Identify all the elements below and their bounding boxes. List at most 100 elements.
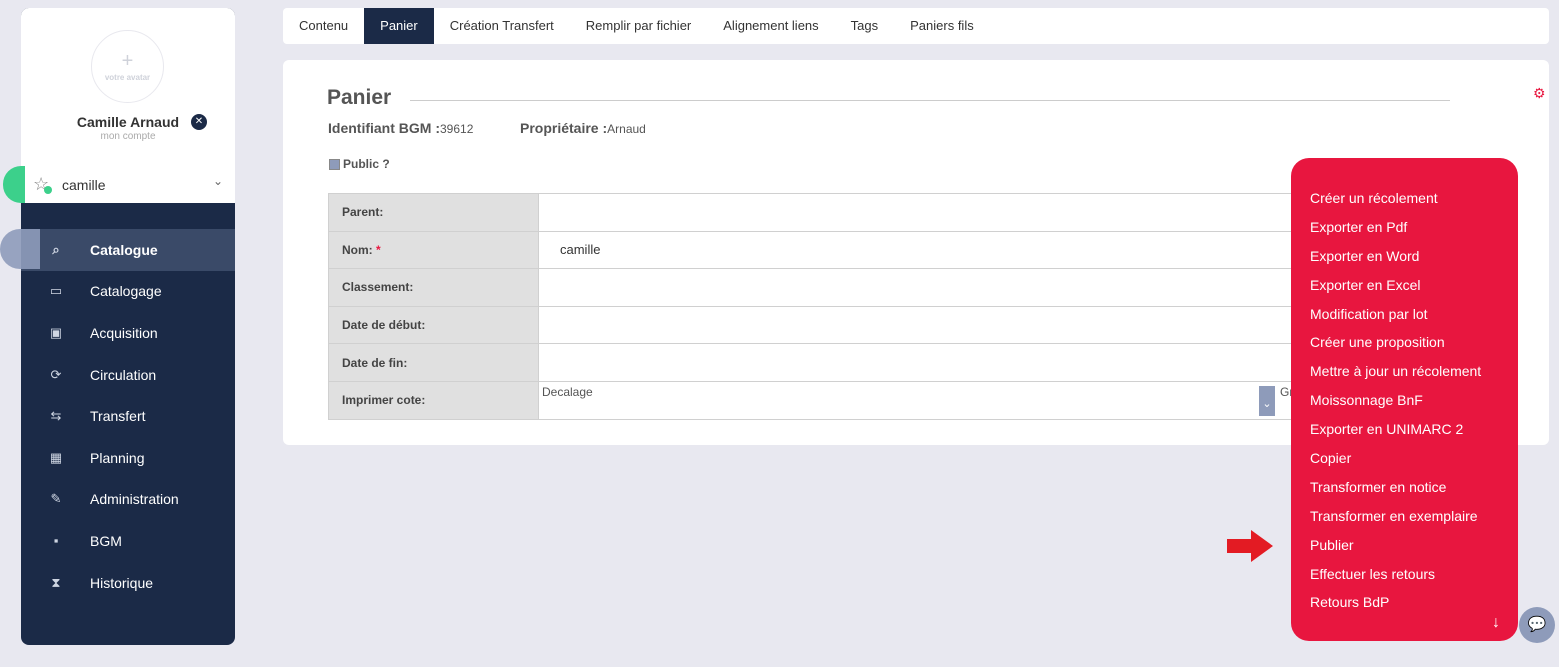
form-row: Date de fin: (328, 343, 1338, 382)
calendar-icon: ▦ (49, 449, 63, 465)
tab-alignement-liens[interactable]: Alignement liens (707, 8, 834, 44)
edit-icon: ✎ (50, 491, 62, 507)
tab-remplir-par-fichier[interactable]: Remplir par fichier (570, 8, 707, 44)
close-icon[interactable]: ✕ (191, 114, 207, 130)
online-indicator (3, 166, 25, 203)
tab-paniers-fils[interactable]: Paniers fils (894, 8, 990, 44)
open-book-icon: ▭ (49, 283, 63, 299)
date-debut-label: Date de début: (328, 305, 539, 345)
panier-form: Parent: Nom: * camille Classement: Date … (328, 193, 1338, 420)
menu-item-exporter-word[interactable]: Exporter en Word (1291, 246, 1518, 275)
box-icon: ▣ (49, 324, 63, 340)
swap-arrows-icon: ⇆ (50, 408, 62, 424)
tab-contenu[interactable]: Contenu (283, 8, 364, 44)
tab-bar: Contenu Panier Création Transfert Rempli… (283, 8, 1549, 44)
tab-panier[interactable]: Panier (364, 8, 434, 44)
menu-item-modification-par-lot[interactable]: Modification par lot (1291, 304, 1518, 333)
identifiant-value: 39612 (440, 122, 474, 136)
menu-item-transformer-exemplaire[interactable]: Transformer en exemplaire (1291, 506, 1518, 535)
hourglass-icon: ⧗ (51, 574, 61, 590)
proprietaire-field: Propriétaire :Arnaud (520, 120, 646, 136)
add-avatar-icon: + (121, 50, 134, 72)
menu-item-exporter-unimarc[interactable]: Exporter en UNIMARC 2 (1291, 419, 1518, 448)
menu-item-mettre-a-jour-recolement[interactable]: Mettre à jour un récolement (1291, 361, 1518, 390)
required-marker: * (376, 242, 381, 257)
nav-item-catalogage[interactable]: ▭ Catalogage (21, 271, 235, 313)
avatar[interactable]: + votre avatar (91, 30, 164, 103)
sidebar: + votre avatar Camille Arnaud ✕ mon comp… (21, 8, 235, 645)
tab-creation-transfert[interactable]: Création Transfert (434, 8, 570, 44)
active-nav-marker (0, 229, 40, 269)
form-row: Nom: * camille (328, 230, 1338, 270)
actions-menu: Créer un récolement Exporter en Pdf Expo… (1291, 158, 1518, 641)
refresh-icon: ⟳ (50, 366, 62, 382)
profile-name: camille (62, 177, 106, 193)
nom-label: Nom: * (328, 230, 539, 270)
imprimer-cote-label: Imprimer cote: (328, 380, 539, 420)
date-fin-label: Date de fin: (328, 343, 539, 382)
form-row: Parent: (328, 193, 1338, 232)
parent-label: Parent: (328, 193, 539, 232)
gear-icon[interactable]: ⚙ (1533, 85, 1546, 102)
scroll-down-icon[interactable]: ↓ (1492, 614, 1500, 632)
decalage-label: Decalage (542, 384, 593, 399)
nav-item-label: Administration (90, 491, 179, 508)
parent-field[interactable] (538, 193, 1338, 232)
nav-item-bgm[interactable]: ▪ BGM (21, 520, 235, 562)
avatar-label: votre avatar (104, 73, 151, 82)
online-status-icon (44, 186, 52, 194)
title-divider (410, 100, 1450, 101)
account-link[interactable]: mon compte (21, 131, 235, 142)
classement-label: Classement: (328, 268, 539, 307)
broken-image-icon: ▪ (53, 533, 59, 549)
nav-item-planning[interactable]: ▦ Planning (21, 437, 235, 479)
nav-item-transfert[interactable]: ⇆ Transfert (21, 395, 235, 437)
nav-item-label: Planning (90, 449, 145, 466)
chat-icon[interactable]: 💬 (1519, 607, 1555, 643)
nav-item-administration[interactable]: ✎ Administration (21, 479, 235, 521)
user-panel: + votre avatar Camille Arnaud ✕ mon comp… (21, 8, 235, 203)
public-checkbox[interactable] (329, 158, 340, 170)
catalogue-search-icon: ⌕ (52, 241, 60, 257)
form-row: Date de début: (328, 305, 1338, 345)
identifiant-field: Identifiant BGM :39612 (328, 120, 473, 136)
profile-selector[interactable]: ☆ camille ⌄ (21, 166, 235, 203)
nav-item-circulation[interactable]: ⟳ Circulation (21, 354, 235, 396)
menu-item-exporter-excel[interactable]: Exporter en Excel (1291, 275, 1518, 304)
nav-item-catalogue[interactable]: ⌕ Catalogue (21, 229, 235, 271)
public-checkbox-row[interactable]: Public ? (329, 157, 390, 171)
menu-item-publier[interactable]: Publier (1291, 535, 1518, 564)
menu-item-moissonnage-bnf[interactable]: Moissonnage BnF (1291, 390, 1518, 419)
tab-tags[interactable]: Tags (835, 8, 894, 44)
nom-label-text: Nom: (342, 242, 373, 257)
chevron-down-icon[interactable]: ⌄ (213, 174, 223, 188)
nav-item-historique[interactable]: ⧗ Historique (21, 562, 235, 604)
nom-field[interactable]: camille (538, 230, 1338, 270)
nav-item-label: Catalogage (90, 283, 162, 300)
nav-item-label: Circulation (90, 366, 157, 383)
identifiant-label: Identifiant BGM : (328, 120, 440, 136)
classement-field[interactable] (538, 268, 1338, 307)
menu-item-exporter-pdf[interactable]: Exporter en Pdf (1291, 217, 1518, 246)
menu-item-creer-proposition[interactable]: Créer une proposition (1291, 332, 1518, 361)
nav-item-acquisition[interactable]: ▣ Acquisition (21, 312, 235, 354)
menu-item-effectuer-retours[interactable]: Effectuer les retours (1291, 564, 1518, 593)
menu-item-transformer-notice[interactable]: Transformer en notice (1291, 477, 1518, 506)
form-row: Classement: (328, 268, 1338, 307)
menu-item-creer-recolement[interactable]: Créer un récolement (1291, 188, 1518, 217)
public-label: Public ? (343, 157, 390, 171)
proprietaire-label: Propriétaire : (520, 120, 608, 136)
nav-item-label: Historique (90, 574, 154, 591)
nav-item-label: Transfert (90, 408, 146, 425)
pointer-arrow-icon (1227, 530, 1273, 562)
proprietaire-value: Arnaud (607, 122, 646, 136)
menu-item-retours-bdp[interactable]: Retours BdP (1291, 592, 1518, 621)
decalage-select-chevron-icon[interactable]: ⌄ (1259, 385, 1275, 416)
page-title: Panier (327, 86, 392, 109)
menu-item-copier[interactable]: Copier (1291, 448, 1518, 477)
imprimer-cote-field: Decalage ⌄ Gr (538, 380, 1338, 420)
form-row: Imprimer cote: Decalage ⌄ Gr (328, 380, 1338, 420)
main-nav: ⌕ Catalogue ▭ Catalogage ▣ Acquisition ⟳… (21, 229, 235, 603)
date-fin-field[interactable] (538, 343, 1338, 382)
date-debut-field[interactable] (538, 305, 1338, 345)
